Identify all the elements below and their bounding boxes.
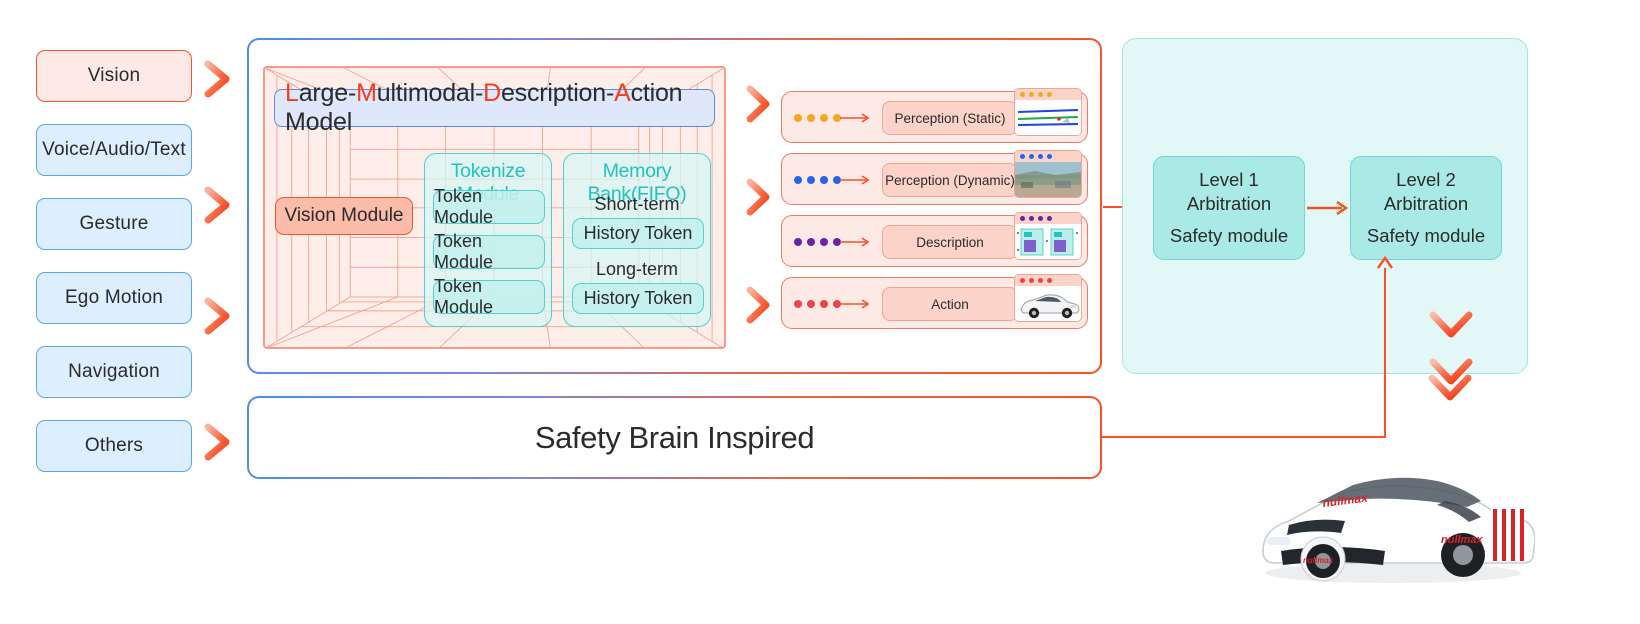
output-label-button[interactable]: Perception (Dynamic)	[882, 163, 1018, 197]
output-label: Perception (Dynamic)	[885, 172, 1015, 188]
input-pill-others[interactable]: Others	[36, 420, 192, 472]
feedback-line-vertical	[1384, 268, 1387, 438]
vehicle-brand-door: nullmax	[1441, 534, 1483, 546]
level-2-line-1: Level 2	[1396, 168, 1456, 190]
output-label-button[interactable]: Perception (Static)	[882, 101, 1018, 135]
arrow-up-icon	[1377, 255, 1393, 269]
level-1-arbitration-box[interactable]: Level 1 Arbitration Safety module	[1153, 156, 1305, 260]
output-label: Action	[931, 296, 969, 312]
road-scene-photo-thumbnail	[1014, 150, 1082, 198]
output-label: Perception (Static)	[894, 110, 1006, 126]
output-card-description[interactable]: Description	[781, 212, 1088, 267]
level-2-line-3: Safety module	[1366, 224, 1486, 246]
output-card-action[interactable]: Action	[781, 274, 1088, 329]
input-pill-ego-motion[interactable]: Ego Motion	[36, 272, 192, 324]
chevron-right-icon-out-1	[745, 84, 773, 124]
input-pill-label: Vision	[87, 65, 141, 86]
model-title-text: Large-Multimodal-Description-Action Mode…	[285, 79, 683, 136]
output-label-button[interactable]: Description	[882, 225, 1018, 259]
short-term-label: Short-term	[594, 194, 680, 214]
input-pill-label: Gesture	[79, 213, 149, 234]
input-pill-label: Navigation	[68, 361, 160, 382]
chevron-down-icon-3	[1427, 372, 1473, 404]
level-1-line-2: Arbitration	[1186, 193, 1272, 215]
chevron-right-icon-2	[203, 186, 233, 224]
safety-brain-inspired-bar[interactable]: Safety Brain Inspired	[247, 396, 1102, 479]
safety-brain-inspired-label: Safety Brain Inspired	[534, 419, 815, 455]
input-pill-label: Others	[84, 435, 144, 456]
model-title-banner: Large-Multimodal-Description-Action Mode…	[274, 79, 715, 136]
input-pill-voice-audio-text[interactable]: Voice/Audio/Text	[36, 124, 192, 176]
token-module-label: Token Module	[434, 186, 494, 227]
token-module-label: Token Module	[434, 276, 494, 317]
tokenize-module-panel: Tokenize Module Token Module Token Modul…	[424, 153, 552, 327]
level-2-line-2: Arbitration	[1383, 193, 1469, 215]
arrow-right-icon	[840, 175, 870, 185]
level-2-arbitration-box[interactable]: Level 2 Arbitration Safety module	[1350, 156, 1502, 260]
chevron-right-icon-out-3	[745, 285, 773, 325]
road-lanes-thumbnail	[1014, 88, 1082, 136]
vehicle-brand-plate: nullmax	[1303, 556, 1334, 565]
chevron-right-icon-out-2	[745, 177, 773, 217]
vehicle-photo: nullmax nullmax nullmax	[1245, 455, 1536, 585]
token-module-chip-1[interactable]: Token Module	[433, 186, 545, 227]
status-dots-icon	[794, 176, 841, 184]
token-module-label: Token Module	[434, 231, 494, 272]
input-pill-gesture[interactable]: Gesture	[36, 198, 192, 250]
memory-bank-panel: Memory Bank(FIFO) Short-term History Tok…	[563, 153, 711, 327]
feedback-line-horizontal	[1100, 436, 1386, 439]
level-1-line-3: Safety module	[1169, 224, 1289, 246]
chevron-right-icon-1	[203, 60, 233, 98]
long-term-history-token-chip[interactable]: History Token	[572, 283, 704, 314]
vision-module-label: Vision Module	[284, 205, 404, 226]
long-term-label: Long-term	[595, 259, 679, 279]
chevron-right-icon-3	[203, 297, 233, 335]
status-dots-icon	[794, 238, 841, 246]
arrow-right-icon	[840, 113, 870, 123]
status-dots-icon	[794, 114, 841, 122]
document-cards-thumbnail	[1014, 212, 1082, 260]
output-label: Description	[916, 234, 984, 250]
input-pill-label: Ego Motion	[64, 287, 164, 308]
arrow-level1-to-level2-icon	[1307, 201, 1349, 215]
output-card-perception-dynamic[interactable]: Perception (Dynamic)	[781, 150, 1088, 205]
white-car-thumbnail	[1014, 274, 1082, 322]
input-pill-label: Voice/Audio/Text	[42, 139, 186, 160]
output-card-perception-static[interactable]: Perception (Static)	[781, 88, 1088, 143]
output-label-button[interactable]: Action	[882, 287, 1018, 321]
short-term-history-token-chip[interactable]: History Token	[572, 218, 704, 249]
chevron-right-icon-4	[203, 423, 233, 461]
vision-module-box[interactable]: Vision Module	[275, 197, 413, 235]
history-token-label: History Token	[583, 288, 693, 308]
history-token-label: History Token	[583, 223, 693, 243]
arrow-right-icon	[840, 299, 870, 309]
level-1-line-1: Level 1	[1199, 168, 1259, 190]
chevron-down-icon-1	[1428, 309, 1474, 341]
input-pill-navigation[interactable]: Navigation	[36, 346, 192, 398]
status-dots-icon	[794, 300, 841, 308]
arbitration-panel: Level 1 Arbitration Safety module Level …	[1122, 38, 1528, 385]
input-pill-vision[interactable]: Vision	[36, 50, 192, 102]
arrow-right-icon	[840, 237, 870, 247]
token-module-chip-3[interactable]: Token Module	[433, 276, 545, 317]
token-module-chip-2[interactable]: Token Module	[433, 231, 545, 272]
